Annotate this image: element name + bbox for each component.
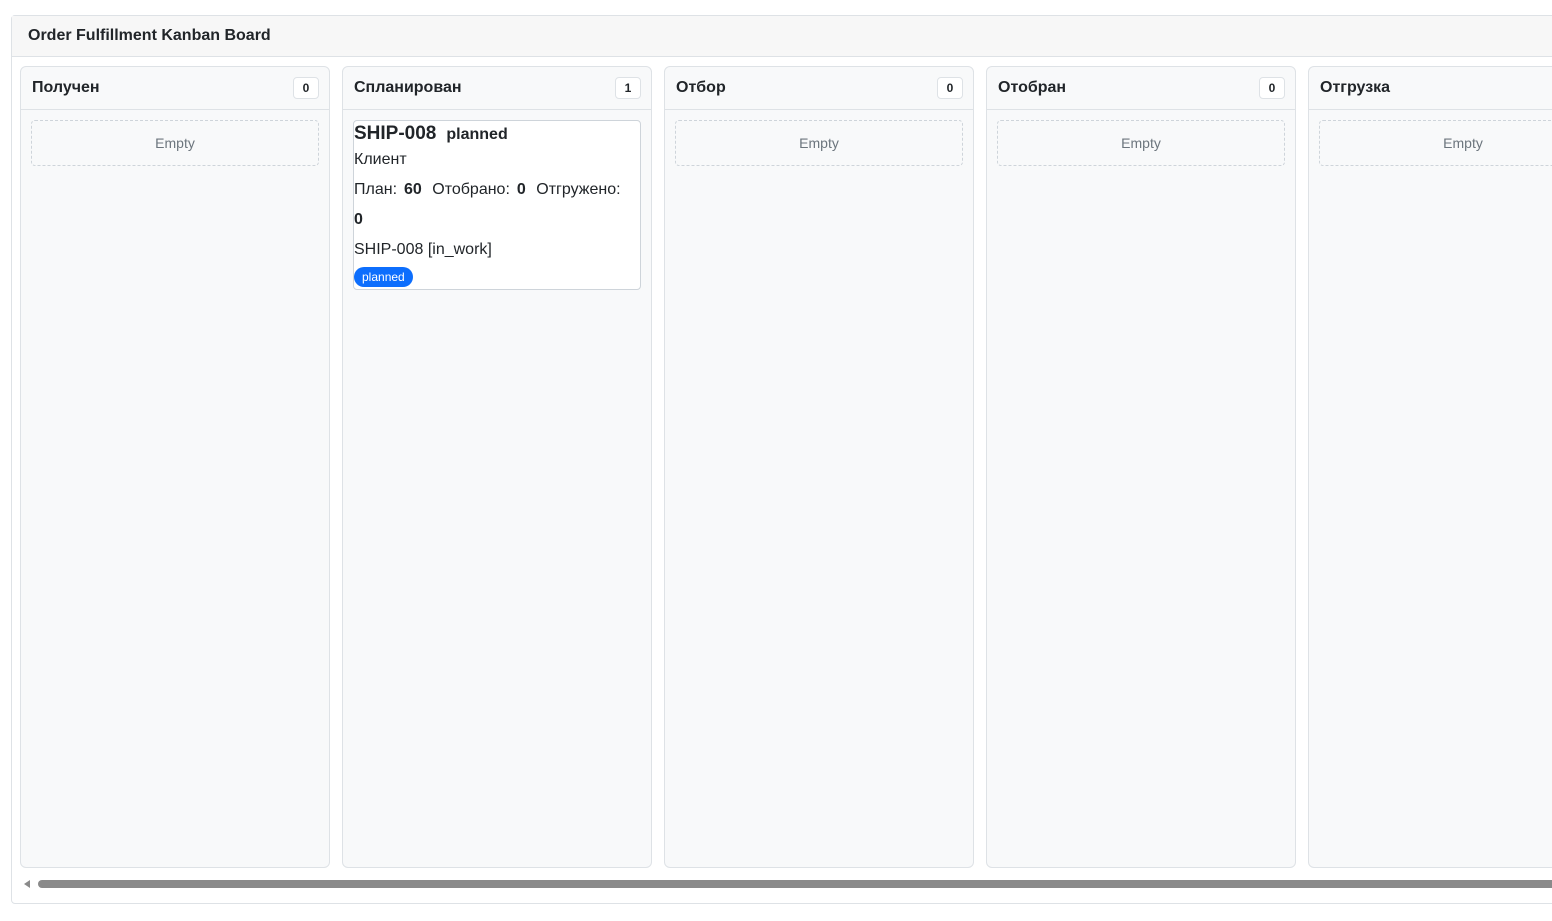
scroll-left-arrow-icon[interactable]	[24, 880, 30, 888]
kanban-board: Order Fulfillment Kanban Board Получен 0…	[11, 15, 1552, 904]
column-picking: Отбор 0 Empty	[664, 66, 974, 868]
shipped-label: Отгружено:	[536, 181, 621, 198]
column-drop-zone[interactable]: Empty	[665, 110, 973, 176]
column-picked: Отобран 0 Empty	[986, 66, 1296, 868]
column-title: Получен	[32, 79, 100, 96]
column-received: Получен 0 Empty	[20, 66, 330, 868]
card-client: Клиент	[354, 151, 407, 168]
column-count-badge: 1	[615, 77, 641, 99]
column-header: Отбор 0	[665, 67, 973, 110]
column-header: Получен 0	[21, 67, 329, 110]
column-count-badge: 0	[293, 77, 319, 99]
column-drop-zone[interactable]: SHIP-008 planned Клиент План: 60 Отобрано…	[343, 110, 651, 300]
scroll-thumb[interactable]	[38, 880, 1552, 888]
column-count-badge: 0	[937, 77, 963, 99]
board-header: Order Fulfillment Kanban Board	[12, 16, 1552, 57]
column-header: Отобран 0	[987, 67, 1295, 110]
empty-placeholder: Empty	[675, 120, 963, 166]
card-reference: SHIP-008 [in_work]	[354, 241, 492, 258]
empty-placeholder: Empty	[997, 120, 1285, 166]
column-title: Отобран	[998, 79, 1067, 96]
column-title: Отгрузка	[1320, 79, 1391, 96]
column-drop-zone[interactable]: Empty	[1309, 110, 1552, 176]
card-quantities: План: 60 Отобрано: 0 Отгружено: 0	[354, 175, 640, 235]
plan-label: План:	[354, 181, 398, 198]
shipped-value: 0	[354, 211, 363, 228]
column-shipping: Отгрузка Empty	[1308, 66, 1552, 868]
status-badge: planned	[354, 267, 413, 287]
card-title-row: SHIP-008 planned	[354, 123, 640, 145]
board-title: Order Fulfillment Kanban Board	[28, 27, 271, 44]
column-title: Отбор	[676, 79, 726, 96]
empty-placeholder: Empty	[1319, 120, 1552, 166]
order-card[interactable]: SHIP-008 planned Клиент План: 60 Отобрано…	[353, 120, 641, 290]
empty-placeholder: Empty	[31, 120, 319, 166]
column-drop-zone[interactable]: Empty	[21, 110, 329, 176]
card-id: SHIP-008	[354, 123, 437, 144]
column-header: Спланирован 1	[343, 67, 651, 110]
column-count-badge: 0	[1259, 77, 1285, 99]
column-title: Спланирован	[354, 79, 462, 96]
column-planned: Спланирован 1 SHIP-008 planned Клиент Пл…	[342, 66, 652, 868]
picked-label: Отобрано:	[432, 181, 510, 198]
column-drop-zone[interactable]: Empty	[987, 110, 1295, 176]
card-status-text: planned	[446, 126, 508, 143]
horizontal-scrollbar[interactable]	[24, 878, 1552, 890]
picked-value: 0	[516, 181, 526, 198]
column-header: Отгрузка	[1309, 67, 1552, 110]
plan-value: 60	[404, 181, 422, 198]
columns-container[interactable]: Получен 0 Empty Спланирован 1 SHIP-008 p…	[20, 66, 1552, 868]
